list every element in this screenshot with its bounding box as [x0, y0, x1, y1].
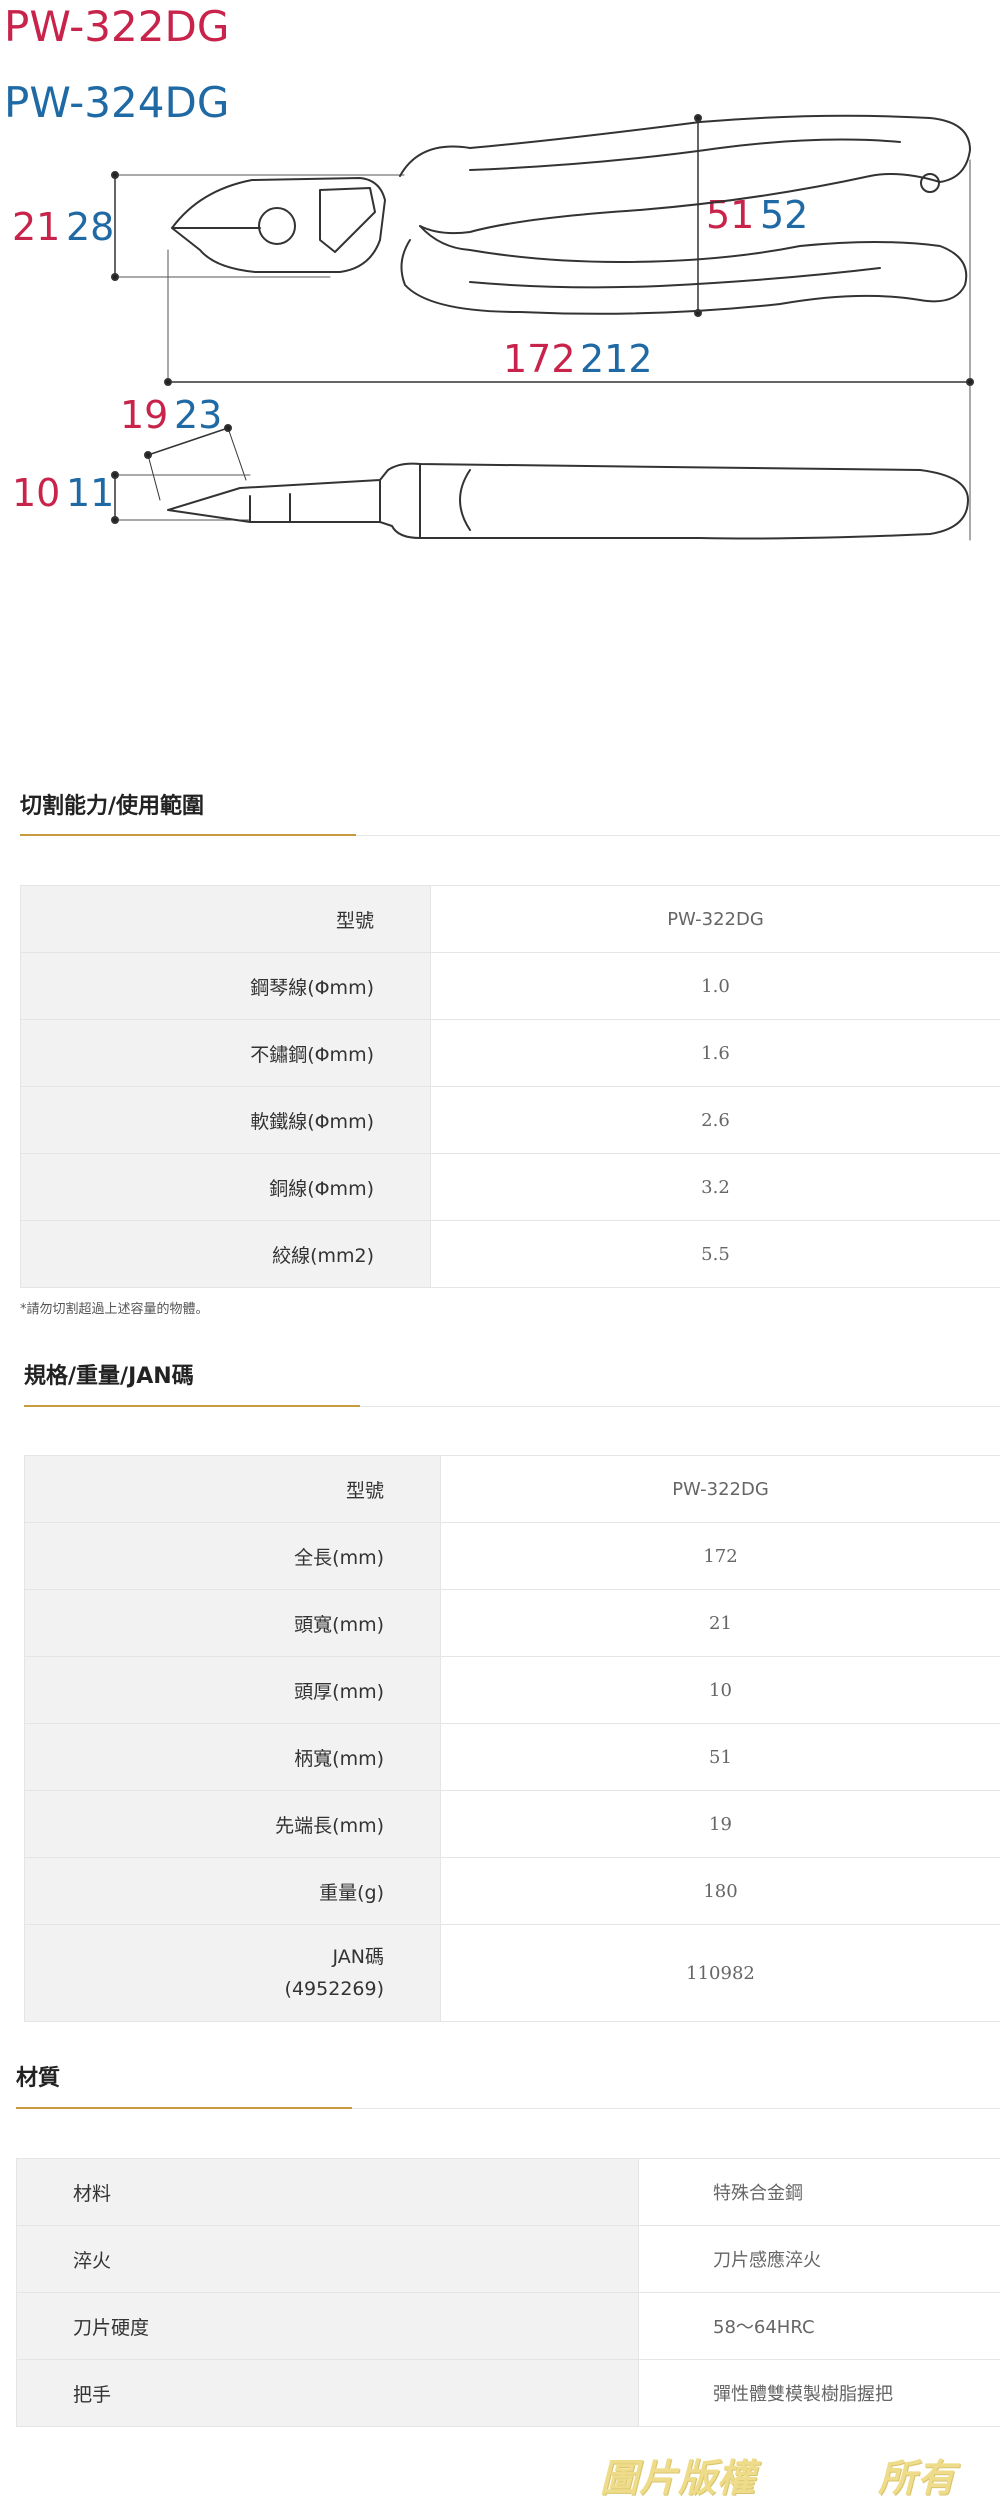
- pliers-drawing: [111, 114, 974, 541]
- row-label: 頭寬(mm): [24, 1589, 441, 1657]
- row-value: 彈性體雙模製樹脂握把: [638, 2359, 1000, 2427]
- table-row: 全長(mm) 172: [24, 1522, 1000, 1590]
- section-rule-material: [16, 2107, 1000, 2109]
- row-label: 全長(mm): [24, 1522, 441, 1590]
- spec-table: 型號 PW-322DG 全長(mm) 172 頭寬(mm) 21 頭厚(mm) 10 柄…: [24, 1455, 1000, 2022]
- row-value: 180: [440, 1857, 1000, 1925]
- row-value: PW-322DG: [440, 1455, 1000, 1523]
- jan-label: JAN碼: [332, 1946, 384, 1968]
- row-value: 10: [440, 1656, 1000, 1724]
- row-value: 51: [440, 1723, 1000, 1791]
- section-rule-spec: [24, 1405, 1000, 1407]
- table-row: 頭寬(mm) 21: [24, 1589, 1000, 1657]
- row-label: 軟鐵線(Φmm): [20, 1086, 431, 1154]
- row-value: 58～64HRC: [638, 2292, 1000, 2360]
- table-row: 銅線(Φmm) 3.2: [20, 1153, 1000, 1221]
- table-row: 軟鐵線(Φmm) 2.6: [20, 1086, 1000, 1154]
- row-value: 2.6: [430, 1086, 1000, 1154]
- row-value: 1.0: [430, 952, 1000, 1020]
- table-row: 先端長(mm) 19: [24, 1790, 1000, 1858]
- copyright-watermark: 圖片版權 所有: [600, 2450, 992, 2500]
- row-label: 先端長(mm): [24, 1790, 441, 1858]
- section-title-cutting: 切割能力/使用範圍: [20, 794, 205, 819]
- row-label: 銅線(Φmm): [20, 1153, 431, 1221]
- row-value: 刀片感應淬火: [638, 2225, 1000, 2293]
- table-row: JAN碼 (4952269) 110982: [24, 1924, 1000, 2022]
- row-value: 特殊合金鋼: [638, 2158, 1000, 2226]
- table-row: 絞線(mm2) 5.5: [20, 1220, 1000, 1288]
- row-label: JAN碼 (4952269): [24, 1924, 441, 2022]
- cutting-table: 型號 PW-322DG 鋼琴線(Φmm) 1.0 不鏽鋼(Φmm) 1.6 軟鐵線(Φ…: [20, 885, 1000, 1288]
- row-label: 淬火: [16, 2225, 639, 2293]
- row-label: 絞線(mm2): [20, 1220, 431, 1288]
- table-row: 刀片硬度 58～64HRC: [16, 2292, 1000, 2360]
- table-row: 頭厚(mm) 10: [24, 1656, 1000, 1724]
- jan-prefix: (4952269): [284, 1978, 384, 2000]
- row-value: 21: [440, 1589, 1000, 1657]
- row-value: 172: [440, 1522, 1000, 1590]
- table-row: 型號 PW-322DG: [20, 885, 1000, 953]
- row-value: 3.2: [430, 1153, 1000, 1221]
- row-label: 型號: [24, 1455, 441, 1523]
- product-diagram: PW-322DG PW-324DG 21 28 51 52 172 212 19…: [0, 0, 1000, 560]
- table-row: 鋼琴線(Φmm) 1.0: [20, 952, 1000, 1020]
- row-label: 材料: [16, 2158, 639, 2226]
- row-label: 重量(g): [24, 1857, 441, 1925]
- row-label: 刀片硬度: [16, 2292, 639, 2360]
- table-row: 柄寬(mm) 51: [24, 1723, 1000, 1791]
- watermark-owner: 所有: [878, 2455, 957, 2500]
- row-value: 110982: [440, 1924, 1000, 2022]
- table-row: 把手 彈性體雙模製樹脂握把: [16, 2359, 1000, 2427]
- table-row: 淬火 刀片感應淬火: [16, 2225, 1000, 2293]
- section-rule-cutting: [20, 834, 1000, 836]
- watermark-text: 圖片版權: [600, 2455, 757, 2500]
- row-value: 5.5: [430, 1220, 1000, 1288]
- row-value: 1.6: [430, 1019, 1000, 1087]
- row-label: 鋼琴線(Φmm): [20, 952, 431, 1020]
- material-table: 材料 特殊合金鋼 淬火 刀片感應淬火 刀片硬度 58～64HRC 把手 彈性體雙模製樹脂…: [16, 2158, 1000, 2427]
- cutting-note: *請勿切割超過上述容量的物體。: [20, 1302, 209, 1317]
- row-label: 把手: [16, 2359, 639, 2427]
- table-row: 重量(g) 180: [24, 1857, 1000, 1925]
- section-title-material: 材質: [16, 2066, 61, 2091]
- row-label: 柄寬(mm): [24, 1723, 441, 1791]
- row-label: 型號: [20, 885, 431, 953]
- table-row: 型號 PW-322DG: [24, 1455, 1000, 1523]
- section-title-spec: 規格/重量/JAN碼: [24, 1364, 194, 1389]
- table-row: 不鏽鋼(Φmm) 1.6: [20, 1019, 1000, 1087]
- row-label: 不鏽鋼(Φmm): [20, 1019, 431, 1087]
- row-value: 19: [440, 1790, 1000, 1858]
- row-label: 頭厚(mm): [24, 1656, 441, 1724]
- table-row: 材料 特殊合金鋼: [16, 2158, 1000, 2226]
- row-value: PW-322DG: [430, 885, 1000, 953]
